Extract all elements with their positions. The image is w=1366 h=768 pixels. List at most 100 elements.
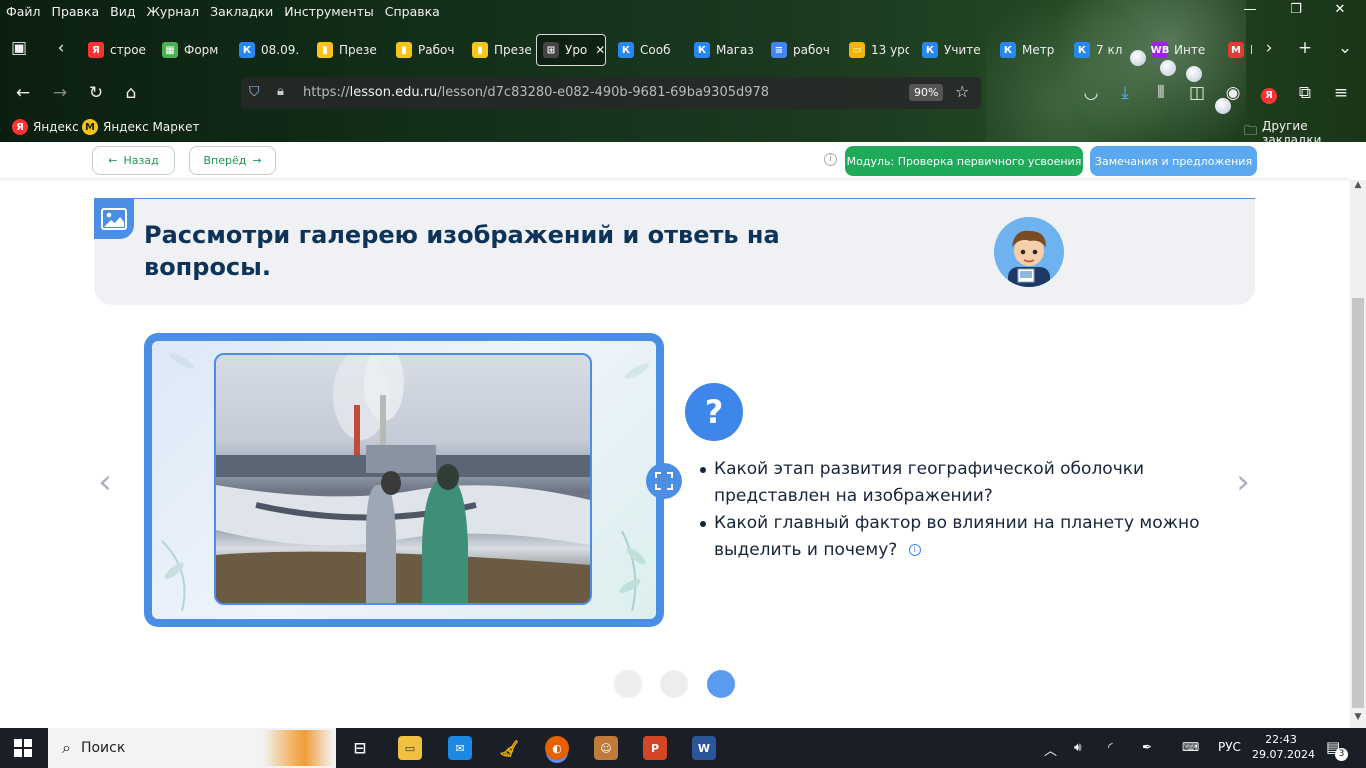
keyboard-icon[interactable]: ⌨︎ (1182, 740, 1199, 754)
question-item: Какой главный фактор во влиянии на плане… (700, 510, 1234, 564)
cleaner-icon[interactable]: 🧹︎ (497, 736, 521, 760)
minimize-button[interactable]: — (1230, 2, 1270, 20)
feedback-button[interactable]: Замечания и предложения (1090, 146, 1257, 176)
mail-icon[interactable]: ✉ (448, 736, 472, 760)
url-text[interactable]: https://lesson.edu.ru/lesson/d7c83280-e0… (303, 85, 769, 100)
navigation-bar: ← → ↻ ⌂ ⛉ 🔒︎ https://lesson.edu.ru/lesso… (0, 76, 1366, 110)
tab-overview-icon[interactable]: ▣ (6, 35, 32, 61)
menu-tools[interactable]: Инструменты (284, 4, 373, 19)
tab-12[interactable]: К Учите (916, 34, 982, 66)
library-icon[interactable]: ⫴ (1148, 80, 1174, 106)
bookmark-yandex[interactable]: Я Яндекс (12, 119, 79, 135)
account-icon[interactable]: ◉ (1220, 80, 1246, 106)
tab-3[interactable]: К 08.09. (233, 34, 305, 66)
shield-icon[interactable]: ⛉ (249, 84, 260, 100)
pocket-icon[interactable]: ◡ (1078, 80, 1104, 106)
menu-help[interactable]: Справка (385, 4, 440, 19)
back-icon[interactable]: ← (10, 80, 36, 106)
tab-4[interactable]: ▮ Презе (311, 34, 377, 66)
expand-icon (655, 472, 673, 490)
forward-button[interactable]: Вперёд → (189, 146, 276, 175)
slider-dot-1[interactable] (614, 670, 642, 698)
info-icon[interactable]: i (824, 153, 837, 166)
tab-16[interactable]: МП (1222, 34, 1252, 66)
menu-edit[interactable]: Правка (52, 4, 100, 19)
bookmark-star-icon[interactable]: ☆ (955, 82, 969, 101)
zoom-level[interactable]: 90% (909, 84, 944, 101)
word-icon[interactable]: W (692, 736, 716, 760)
tray-chevron-icon[interactable]: ︿ (1044, 740, 1057, 759)
scroll-up-icon[interactable]: ▲ (1350, 180, 1366, 196)
taskbar-search[interactable]: ⌕ Поиск (48, 728, 336, 768)
game-icon[interactable]: ☺ (594, 736, 618, 760)
close-tab-icon[interactable]: ✕ (595, 43, 605, 57)
close-window-button[interactable]: ✕ (1320, 2, 1360, 20)
bookmark-yandex-market[interactable]: М Яндекс Маркет (82, 119, 199, 135)
tab-6[interactable]: ▮ Презе (466, 34, 532, 66)
tab-2[interactable]: ▦ Форм (156, 34, 224, 66)
module-button[interactable]: Модуль: Проверка первичного усвоения (845, 146, 1083, 176)
yandex-extension-icon[interactable]: Я (1256, 80, 1282, 106)
yandex-icon: Я (12, 119, 28, 135)
tab-10[interactable]: ≡ рабоч (765, 34, 835, 66)
task-title: Рассмотри галерею изображений и ответь н… (144, 221, 780, 281)
vk-icon: К (694, 42, 710, 58)
forward-icon[interactable]: → (47, 80, 73, 106)
slider-next-arrow[interactable]: › (1230, 464, 1256, 500)
tab-1[interactable]: Ястрое (82, 34, 147, 66)
back-button[interactable]: ← Назад (92, 146, 175, 175)
maximize-button[interactable]: ❐ (1276, 2, 1316, 20)
folder-icon: 🗀︎ (1244, 124, 1258, 139)
tab-9[interactable]: К Магаз (688, 34, 758, 66)
powerpoint-icon[interactable]: P (643, 736, 667, 760)
hint-info-icon[interactable]: i (908, 544, 921, 556)
volume-icon[interactable]: 🔊︎ (1074, 740, 1082, 755)
extensions-icon[interactable]: ⧉ (1292, 80, 1318, 106)
new-tab-icon[interactable]: + (1292, 35, 1318, 61)
clock[interactable]: 22:43 29.07.2024 (1252, 732, 1315, 762)
tab-5[interactable]: ▮ Рабоч (390, 34, 456, 66)
scrollbar-thumb[interactable] (1352, 298, 1364, 708)
tab-label: Презе (494, 43, 532, 57)
question-icon: ? (685, 383, 743, 441)
scroll-tabs-right-icon[interactable]: › (1256, 35, 1282, 61)
menu-file[interactable]: Файл (6, 4, 41, 19)
scroll-down-icon[interactable]: ▼ (1350, 712, 1366, 728)
slider-dot-2[interactable] (660, 670, 688, 698)
windows-start-icon[interactable] (14, 739, 32, 760)
tab-13[interactable]: К Метр (994, 34, 1058, 66)
download-icon[interactable]: ⤓ (1112, 80, 1138, 106)
lock-icon[interactable]: 🔒︎ (277, 84, 284, 99)
network-icon[interactable]: ◜ (1108, 740, 1113, 754)
fullscreen-button[interactable] (646, 463, 682, 499)
tab-11[interactable]: ▭ 13 уро (843, 34, 909, 66)
list-tabs-icon[interactable]: ⌄ (1332, 35, 1358, 61)
tab-label: Презе (339, 43, 377, 57)
slider-dot-3-active[interactable] (707, 670, 735, 698)
menu-view[interactable]: Вид (110, 4, 135, 19)
question-list: Какой этап развития географической оболо… (700, 456, 1234, 564)
tab-15[interactable]: WB Инте (1146, 34, 1212, 66)
tab-7[interactable]: ⊞ Уро ✕ (536, 34, 606, 66)
file-explorer-icon[interactable]: ▭ (398, 736, 422, 760)
app-menu-icon[interactable]: ≡ (1328, 80, 1354, 106)
home-icon[interactable]: ⌂ (118, 80, 144, 106)
gallery-photo[interactable] (214, 353, 592, 605)
address-bar[interactable]: ⛉ 🔒︎ https://lesson.edu.ru/lesson/d7c832… (241, 77, 981, 109)
language-indicator[interactable]: РУС (1218, 740, 1241, 754)
slides-icon: ▮ (317, 42, 333, 58)
menu-history[interactable]: Журнал (146, 4, 199, 19)
tab-8[interactable]: К Сооб (612, 34, 682, 66)
bookmarks-bar: Я Яндекс М Яндекс Маркет 🗀︎ Другие закладки (0, 116, 1366, 142)
menu-bookmarks[interactable]: Закладки (210, 4, 273, 19)
sidebar-icon[interactable]: ◫ (1184, 80, 1210, 106)
bookmark-other[interactable]: 🗀︎ Другие закладки (1244, 119, 1366, 142)
slider-prev-arrow[interactable]: ‹ (92, 464, 118, 500)
tab-14[interactable]: К 7 кл (1068, 34, 1132, 66)
pen-icon[interactable]: ✒︎ (1142, 740, 1152, 754)
firefox-icon[interactable]: ◐ (545, 736, 569, 760)
reload-icon[interactable]: ↻ (83, 80, 109, 106)
page-scrollbar[interactable] (1350, 180, 1366, 728)
scroll-tabs-left-icon[interactable]: ‹ (48, 35, 74, 61)
task-view-icon[interactable]: ⊟ (348, 736, 372, 760)
